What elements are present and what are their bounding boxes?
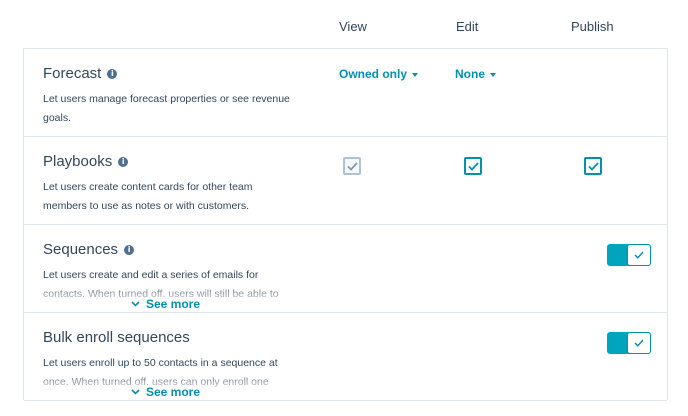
permissions-table: Forecast i Let users manage forecast pro… bbox=[23, 48, 668, 401]
see-more-link[interactable]: See more bbox=[129, 385, 203, 399]
chevron-down-icon bbox=[490, 72, 496, 77]
edit-dropdown[interactable]: None bbox=[455, 67, 496, 81]
chevron-down-icon bbox=[131, 301, 140, 307]
row-title: Playbooks i bbox=[43, 153, 129, 170]
column-header-edit: Edit bbox=[456, 19, 479, 34]
view-dropdown[interactable]: Owned only bbox=[339, 67, 419, 81]
permission-row-sequences: Sequences i Let users create and edit a … bbox=[24, 225, 667, 313]
check-icon bbox=[346, 161, 358, 171]
chevron-down-icon bbox=[131, 389, 140, 395]
info-icon[interactable]: i bbox=[107, 68, 118, 79]
check-icon bbox=[467, 161, 479, 171]
row-title: Forecast i bbox=[43, 65, 118, 82]
check-icon bbox=[634, 339, 644, 347]
view-checkbox[interactable] bbox=[343, 157, 361, 175]
sequences-toggle[interactable] bbox=[607, 244, 651, 266]
check-icon bbox=[634, 251, 644, 259]
row-description: Let users manage forecast properties or … bbox=[43, 93, 290, 124]
permission-row-bulk-enroll: Bulk enroll sequences Let users enroll u… bbox=[24, 313, 667, 401]
permission-row-playbooks: Playbooks i Let users create content car… bbox=[24, 137, 667, 225]
check-icon bbox=[587, 161, 599, 171]
row-description: Let users create content cards for other… bbox=[43, 181, 253, 212]
edit-dropdown-value: None bbox=[455, 67, 485, 81]
chevron-down-icon bbox=[412, 72, 419, 77]
publish-checkbox[interactable] bbox=[584, 157, 602, 175]
bulk-enroll-toggle[interactable] bbox=[607, 332, 651, 354]
edit-checkbox[interactable] bbox=[464, 157, 482, 175]
info-icon[interactable]: i bbox=[124, 244, 135, 255]
row-title: Bulk enroll sequences bbox=[43, 329, 190, 346]
view-dropdown-value: Owned only bbox=[339, 67, 408, 81]
see-more-link[interactable]: See more bbox=[129, 297, 203, 311]
row-title: Sequences i bbox=[43, 241, 135, 258]
permission-row-forecast: Forecast i Let users manage forecast pro… bbox=[24, 49, 667, 137]
column-header-view: View bbox=[339, 19, 367, 34]
info-icon[interactable]: i bbox=[118, 156, 129, 167]
column-header-publish: Publish bbox=[571, 19, 614, 34]
